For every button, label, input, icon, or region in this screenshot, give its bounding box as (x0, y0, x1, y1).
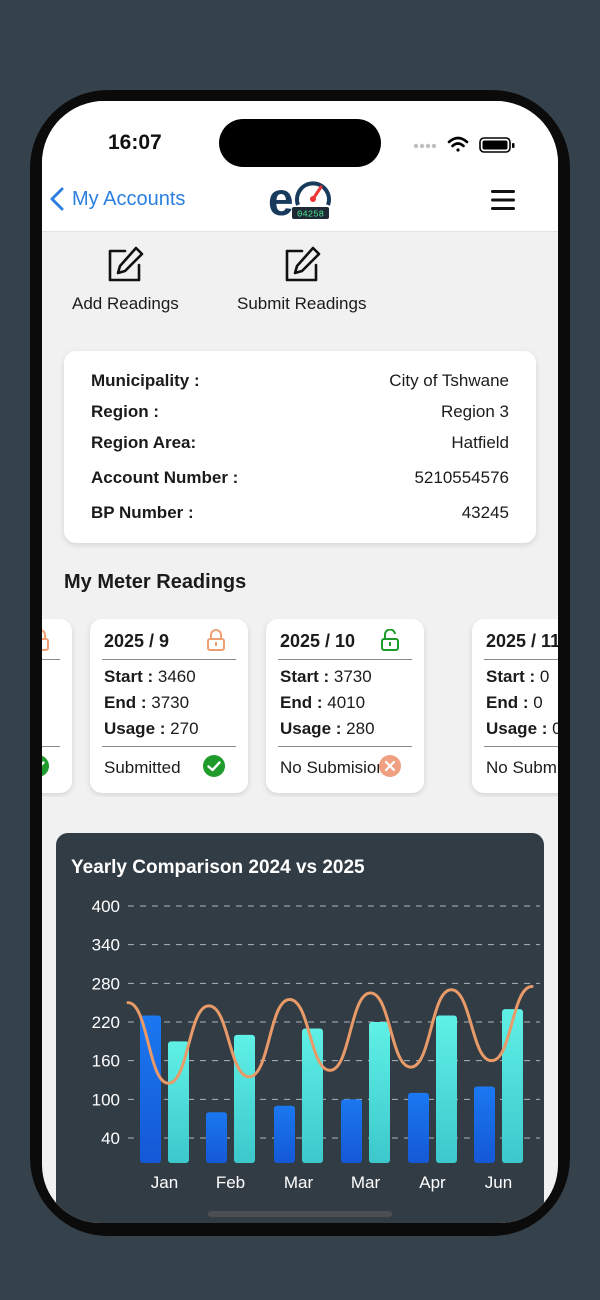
status-icons (413, 136, 515, 153)
reading-end: End : 3730 (104, 693, 190, 712)
reading-card[interactable] (42, 619, 72, 793)
app-screen: 16:07 My Accounts e 04258 Add Readings S… (42, 101, 558, 1223)
meter-readings-title: My Meter Readings (64, 571, 247, 593)
divider (42, 659, 60, 660)
x-tick-label: Feb (216, 1173, 245, 1192)
bar-2025 (234, 1034, 255, 1163)
info-row-municipality: Municipality : City of Tshwane (91, 371, 509, 391)
reading-usage: Usage : 280 (280, 719, 375, 738)
back-button[interactable]: My Accounts (50, 187, 185, 211)
meter-readings-carousel[interactable]: 2025 / 9 Start : 3460 End : 3730 Usage :… (42, 619, 558, 797)
divider (102, 659, 236, 660)
info-row-region: Region : Region 3 (91, 402, 509, 422)
yearly-comparison-chart: Yearly Comparison 2024 vs 2025 400 340 280… (56, 833, 544, 1223)
reading-period: 2025 / 10 (280, 631, 356, 651)
reading-card[interactable]: 2025 / 11 Start : 0 End : 0 Usage : 0 No… (472, 619, 558, 793)
info-key: Municipality : (91, 371, 200, 390)
divider (278, 659, 412, 660)
submit-readings-button[interactable]: Submit Readings (237, 246, 366, 314)
edit-icon (285, 246, 321, 282)
account-info-card: Municipality : City of Tshwane Region : … (64, 351, 536, 543)
app-logo: e 04258 (268, 175, 331, 223)
y-tick-label: 340 (92, 936, 120, 955)
reading-start: Start : 3730 (280, 667, 372, 686)
chevron-left-icon (50, 187, 64, 211)
reading-usage: Usage : 270 (104, 719, 199, 738)
y-tick-label: 100 (92, 1090, 120, 1109)
bar-2024 (206, 1112, 227, 1163)
y-tick-label: 160 (92, 1052, 120, 1071)
y-tick-label: 40 (101, 1129, 120, 1148)
logo-digits: 04258 (297, 210, 324, 220)
lock-open-icon (381, 629, 399, 651)
x-tick-label: Jan (151, 1173, 178, 1192)
dynamic-island (219, 119, 381, 167)
add-readings-button[interactable]: Add Readings (72, 246, 179, 314)
info-value: Region 3 (440, 402, 509, 421)
check-circle-icon (203, 755, 225, 777)
add-readings-label: Add Readings (72, 294, 179, 313)
divider (484, 746, 558, 747)
bar-2024 (274, 1105, 295, 1163)
info-row-account-number: Account Number : 5210554576 (91, 468, 509, 488)
reading-period: 2025 / 9 (104, 631, 170, 651)
status-time: 16:07 (108, 131, 162, 154)
y-tick-label: 220 (92, 1013, 120, 1032)
back-label: My Accounts (72, 187, 186, 210)
reading-card[interactable]: 2025 / 9 Start : 3460 End : 3730 Usage :… (90, 619, 248, 793)
menu-icon[interactable] (490, 189, 516, 211)
svg-text:e: e (268, 175, 294, 223)
home-indicator (208, 1211, 392, 1217)
bar-2024 (408, 1092, 429, 1163)
reading-period: 2025 / 11 (486, 631, 558, 651)
signal-icon (413, 143, 437, 149)
top-bar: 16:07 My Accounts e 04258 (42, 101, 558, 232)
lock-closed-icon (207, 629, 225, 651)
reading-end: End : 0 (486, 693, 543, 712)
bar-2025 (502, 1009, 523, 1163)
info-key: Region : (91, 402, 159, 421)
reading-status: Submitted (104, 758, 181, 777)
chart-plot: 400 340 280 220 160 100 40 Jan Feb Mar Mar Apr Jun (92, 897, 540, 1192)
battery-icon (479, 137, 515, 153)
submit-readings-label: Submit Readings (237, 294, 367, 313)
divider (42, 746, 60, 747)
info-key: BP Number : (91, 503, 194, 522)
info-row-region-area: Region Area: Hatfield (91, 433, 509, 453)
divider (484, 659, 558, 660)
info-value: 5210554576 (414, 468, 509, 487)
close-circle-icon (379, 755, 401, 777)
info-key: Account Number : (91, 468, 239, 487)
info-value: 43245 (461, 503, 509, 522)
divider (102, 746, 236, 747)
info-key: Region Area: (91, 433, 197, 452)
reading-start: Start : 3460 (104, 667, 196, 686)
bar-2024 (341, 1099, 362, 1163)
x-tick-label: Jun (485, 1173, 512, 1192)
bar-2025 (436, 1015, 457, 1163)
x-tick-label: Mar (284, 1173, 314, 1192)
reading-status: No Submision (280, 758, 386, 777)
y-tick-label: 400 (92, 897, 120, 916)
y-tick-label: 280 (92, 974, 120, 993)
reading-end: End : 4010 (280, 693, 366, 712)
info-value: Hatfield (451, 433, 509, 452)
x-tick-label: Mar (351, 1173, 381, 1192)
x-tick-label: Apr (419, 1173, 446, 1192)
divider (278, 746, 412, 747)
bar-2025 (369, 1022, 390, 1163)
lock-closed-icon (42, 629, 49, 651)
reading-usage: Usage : 0 (486, 719, 558, 738)
edit-icon (109, 246, 144, 282)
check-circle-icon (42, 755, 49, 777)
reading-start: Start : 0 (486, 667, 550, 686)
reading-card[interactable]: 2025 / 10 Start : 3730 End : 4010 Usage … (266, 619, 424, 793)
wifi-icon (447, 136, 469, 152)
info-row-bp-number: BP Number : 43245 (91, 503, 509, 523)
bar-2024 (474, 1086, 495, 1163)
info-value: City of Tshwane (389, 371, 509, 390)
bar-2024 (140, 1015, 161, 1163)
reading-status: No Submision (486, 758, 558, 777)
